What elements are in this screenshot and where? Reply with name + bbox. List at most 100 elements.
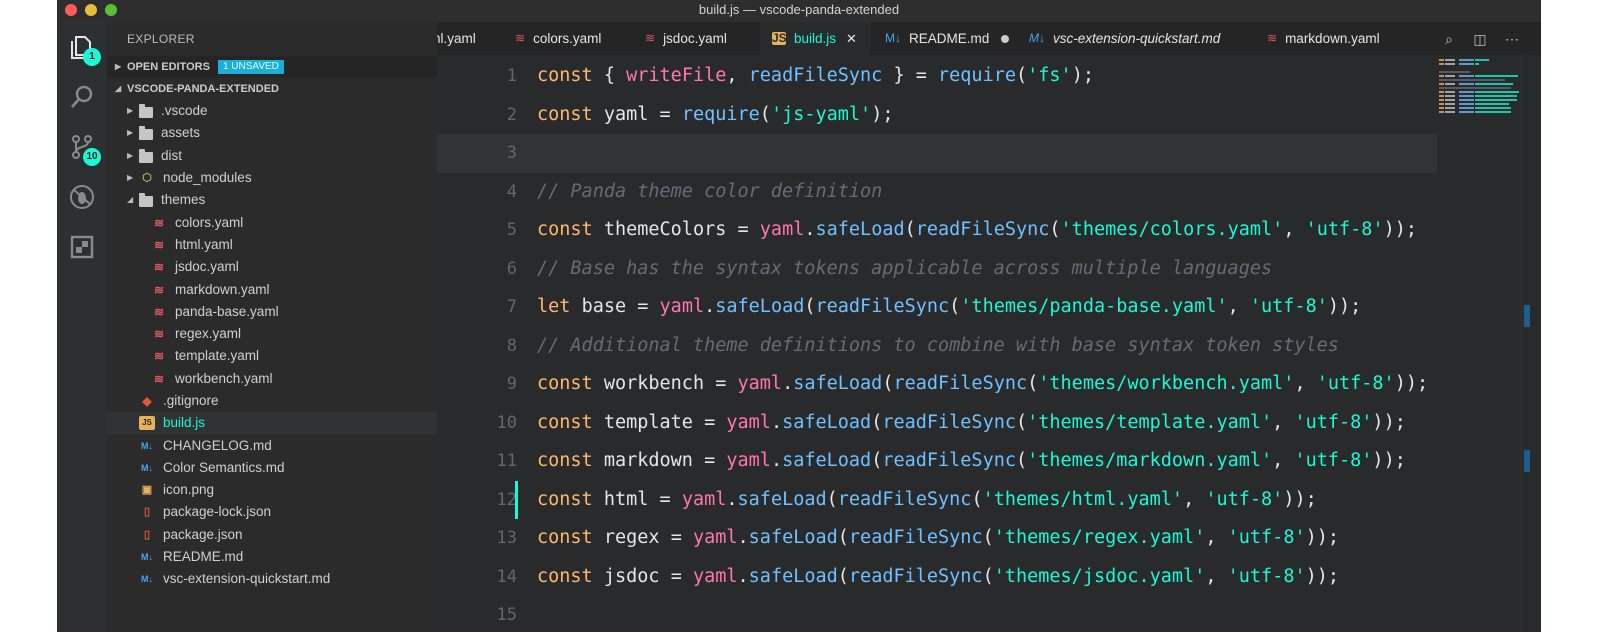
- tree-item[interactable]: ≋ template.yaml: [107, 345, 437, 367]
- code-text: const yaml = require('js-yaml');: [537, 103, 894, 125]
- minimize-window-button[interactable]: [85, 4, 97, 16]
- tree-item[interactable]: M↓ README.md: [107, 546, 437, 568]
- tree-item-label: assets: [161, 125, 201, 141]
- open-preview-icon[interactable]: ⌕: [1440, 30, 1458, 48]
- tree-item[interactable]: M↓ Color Semantics.md: [107, 457, 437, 479]
- tree-item[interactable]: ≋ regex.yaml: [107, 323, 437, 345]
- close-window-button[interactable]: [65, 4, 77, 16]
- tree-item[interactable]: ▣ icon.png: [107, 479, 437, 501]
- debug-activity-button[interactable]: [65, 180, 99, 214]
- split-editor-icon[interactable]: ◫: [1471, 30, 1489, 48]
- unsaved-dot-icon[interactable]: [1001, 34, 1010, 43]
- line-number: 1: [506, 66, 517, 86]
- close-icon[interactable]: ✕: [846, 22, 857, 55]
- yaml-file-icon: ≋: [153, 349, 165, 364]
- tree-item[interactable]: JS build.js: [107, 412, 437, 435]
- minimap-line: [1445, 59, 1455, 61]
- tree-item[interactable]: ▶ ⬡ node_modules: [107, 167, 437, 189]
- minimap-line: [1439, 87, 1511, 89]
- tree-item[interactable]: ▶ dist: [107, 145, 437, 167]
- extensions-icon: [70, 235, 94, 259]
- tree-item[interactable]: ▯ package.json: [107, 524, 437, 546]
- tree-item[interactable]: ▶ assets: [107, 122, 437, 144]
- file-tree: ▶ .vscode ▶ assets ▶ dist ▶ ⬡ node_modules ◢ theme…: [107, 100, 437, 591]
- line-number: 11: [496, 451, 517, 471]
- minimap-line: [1475, 75, 1518, 77]
- search-activity-button[interactable]: [65, 80, 99, 114]
- minimap[interactable]: [1437, 55, 1521, 632]
- code-line[interactable]: 11 const markdown = yaml.safeLoad(readFil…: [437, 442, 1437, 481]
- open-editors-section[interactable]: ▶ OPEN EDITORS 1 UNSAVED: [107, 56, 437, 78]
- code-line[interactable]: 5 const themeColors = yaml.safeLoad(readF…: [437, 211, 1437, 250]
- tree-item-label: jsdoc.yaml: [175, 259, 239, 275]
- tab-nl-yaml[interactable]: nl.yaml: [437, 22, 511, 55]
- markdown-file-icon: M↓: [141, 574, 153, 585]
- tree-item[interactable]: ◆ .gitignore: [107, 390, 437, 412]
- maximize-window-button[interactable]: [105, 4, 117, 16]
- line-number: 13: [496, 528, 517, 548]
- tab-readme-md[interactable]: M↓ README.md: [885, 22, 1010, 55]
- tree-item-label: package.json: [163, 526, 243, 542]
- code-line[interactable]: 2 const yaml = require('js-yaml');: [437, 96, 1437, 135]
- code-line[interactable]: 4 // Panda theme color definition: [437, 173, 1437, 212]
- minimap-line: [1445, 83, 1455, 85]
- tree-item[interactable]: ▶ .vscode: [107, 100, 437, 122]
- tree-item[interactable]: ≋ workbench.yaml: [107, 368, 437, 390]
- folder-icon: [139, 126, 153, 141]
- tree-item[interactable]: ◢ themes: [107, 189, 437, 211]
- minimap-line: [1459, 107, 1474, 109]
- yaml-file-icon: ≋: [645, 31, 656, 45]
- tab-vsc-extension-quickstart[interactable]: M↓ vsc-extension-quickstart.md: [1029, 22, 1220, 55]
- scrollbar-marker: [1524, 450, 1530, 472]
- code-line[interactable]: 14 const jsdoc = yaml.safeLoad(readFileSy…: [437, 558, 1437, 597]
- minimap-line: [1439, 91, 1444, 93]
- tab-jsdoc-yaml[interactable]: ≋ jsdoc.yaml: [645, 22, 727, 55]
- more-actions-icon[interactable]: ⋯: [1503, 30, 1521, 48]
- tree-item[interactable]: ▯ package-lock.json: [107, 501, 437, 523]
- code-text: const html = yaml.safeLoad(readFileSync(…: [537, 488, 1317, 510]
- code-line[interactable]: 12 const html = yaml.safeLoad(readFileSyn…: [437, 480, 1437, 520]
- project-section[interactable]: ◢ VSCODE-PANDA-EXTENDED: [107, 78, 437, 100]
- code-line[interactable]: 10 const template = yaml.safeLoad(readFil…: [437, 404, 1437, 443]
- tree-item[interactable]: M↓ vsc-extension-quickstart.md: [107, 568, 437, 590]
- tree-item-label: package-lock.json: [163, 504, 272, 520]
- code-line[interactable]: 13 const regex = yaml.safeLoad(readFileSy…: [437, 519, 1437, 558]
- tree-item[interactable]: ≋ html.yaml: [107, 234, 437, 256]
- code-line[interactable]: 15: [437, 596, 1437, 632]
- code-text: const template = yaml.safeLoad(readFileS…: [537, 411, 1406, 433]
- tree-item-label: themes: [161, 192, 206, 208]
- minimap-line: [1445, 63, 1455, 65]
- tree-item-label: build.js: [163, 415, 206, 431]
- yaml-file-icon: ≋: [153, 282, 165, 297]
- tree-item[interactable]: ≋ markdown.yaml: [107, 278, 437, 300]
- vertical-scrollbar[interactable]: [1521, 55, 1535, 632]
- minimap-line: [1459, 99, 1474, 101]
- tree-item-label: colors.yaml: [175, 214, 244, 230]
- tab-markdown-yaml[interactable]: ≋ markdown.yaml: [1267, 22, 1380, 55]
- tree-item[interactable]: ≋ colors.yaml: [107, 211, 437, 233]
- yaml-file-icon: ≋: [1267, 31, 1278, 45]
- markdown-file-icon: M↓: [141, 462, 153, 473]
- source-control-activity-button[interactable]: 10: [65, 130, 101, 166]
- tab-build-js[interactable]: JS build.js ✕: [760, 22, 870, 55]
- tree-item-label: markdown.yaml: [175, 281, 270, 297]
- code-line[interactable]: 7 let base = yaml.safeLoad(readFileSync('…: [437, 288, 1437, 327]
- explorer-activity-button[interactable]: 1: [65, 30, 101, 66]
- folder-icon: [139, 148, 153, 163]
- code-line[interactable]: 9 const workbench = yaml.safeLoad(readFil…: [437, 365, 1437, 404]
- tab-colors-yaml[interactable]: ≋ colors.yaml: [515, 22, 601, 55]
- extensions-activity-button[interactable]: [65, 230, 99, 264]
- tree-item[interactable]: M↓ CHANGELOG.md: [107, 434, 437, 456]
- code-line[interactable]: 8 // Additional theme definitions to comb…: [437, 327, 1437, 366]
- minimap-line: [1439, 79, 1505, 81]
- tab-bar: nl.yaml ≋ colors.yaml ≋ jsdoc.yaml JS bu…: [437, 22, 1541, 55]
- tab-label: jsdoc.yaml: [663, 31, 727, 46]
- minimap-line: [1475, 99, 1517, 101]
- code-line[interactable]: 3: [437, 134, 1437, 173]
- code-line[interactable]: 6 // Base has the syntax tokens applicabl…: [437, 250, 1437, 289]
- image-file-icon: ▣: [141, 484, 153, 497]
- code-line[interactable]: 1 const { writeFile, readFileSync } = req…: [437, 57, 1437, 96]
- tree-item[interactable]: ≋ jsdoc.yaml: [107, 256, 437, 278]
- tree-item[interactable]: ≋ panda-base.yaml: [107, 301, 437, 323]
- code-editor[interactable]: 1 const { writeFile, readFileSync } = req…: [437, 55, 1437, 632]
